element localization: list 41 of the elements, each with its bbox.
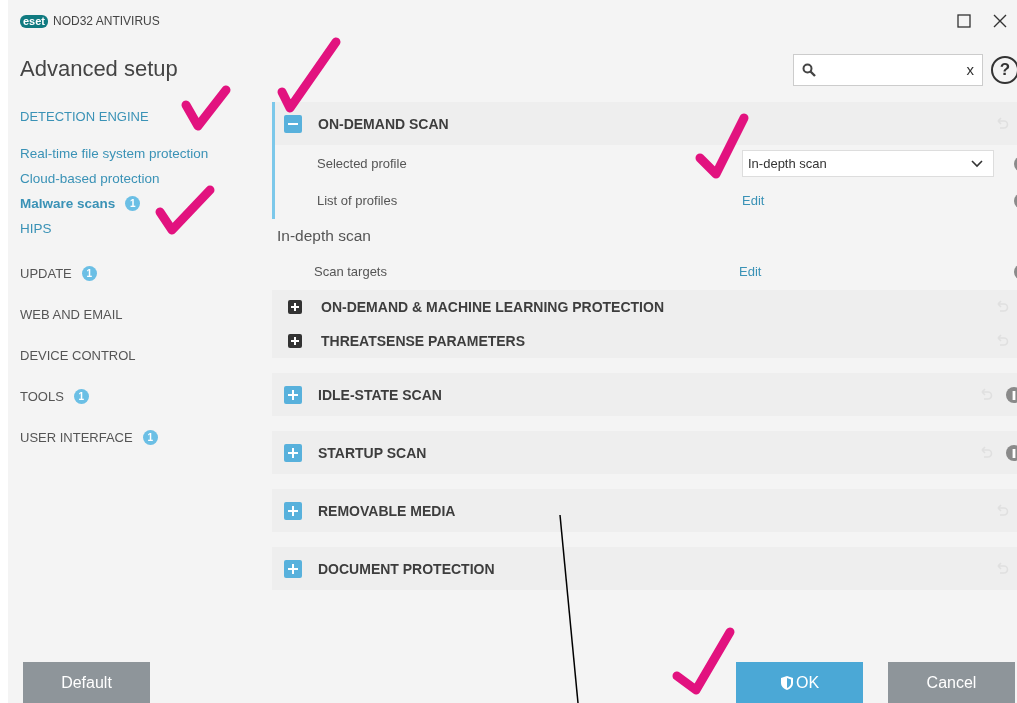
notification-badge: 1 xyxy=(125,196,141,211)
window-title: NOD32 ANTIVIRUS xyxy=(53,14,160,28)
section-title[interactable]: IDLE-STATE SCAN xyxy=(318,386,442,403)
profile-dropdown[interactable]: In-depth scan xyxy=(742,150,994,177)
info-icon[interactable] xyxy=(1005,385,1017,404)
notification-badge: 1 xyxy=(142,429,158,445)
category-link[interactable]: TOOLS xyxy=(20,388,64,404)
check-mark-annotation xyxy=(695,113,749,179)
setting-label: List of profiles xyxy=(317,193,399,208)
check-mark-annotation xyxy=(155,185,215,235)
brand-logo: eset xyxy=(20,14,49,28)
close-icon[interactable] xyxy=(993,14,1007,28)
notification-badge: 1 xyxy=(81,265,97,281)
check-mark-annotation xyxy=(181,85,231,131)
maximize-icon[interactable] xyxy=(957,14,971,28)
section-title[interactable]: REMOVABLE MEDIA xyxy=(318,502,456,519)
expand-icon[interactable] xyxy=(288,300,302,314)
info-icon[interactable] xyxy=(1005,443,1017,462)
chevron-down-icon xyxy=(971,159,983,168)
category-link[interactable]: WEB AND EMAIL xyxy=(20,306,123,322)
check-mark-annotation xyxy=(672,627,735,695)
collapse-icon[interactable] xyxy=(284,114,302,133)
shield-icon xyxy=(779,674,794,691)
subsection-title[interactable]: ON-DEMAND & MACHINE LEARNING PROTECTION xyxy=(321,299,664,315)
page-heading: Advanced setup xyxy=(20,56,179,82)
search-field[interactable]: x xyxy=(793,53,983,86)
notification-badge: 1 xyxy=(73,388,89,404)
category-link[interactable]: DEVICE CONTROL xyxy=(20,347,136,363)
group-heading: In-depth scan xyxy=(276,226,372,246)
subsection-title[interactable]: THREATSENSE PARAMETERS xyxy=(321,333,526,349)
section-title[interactable]: STARTUP SCAN xyxy=(318,444,427,461)
setting-label: Scan targets xyxy=(314,264,388,279)
setting-label: Selected profile xyxy=(317,156,408,171)
help-button[interactable]: ? xyxy=(991,55,1017,84)
category-link[interactable]: USER INTERFACE xyxy=(20,429,133,445)
expand-icon[interactable] xyxy=(288,334,302,348)
section-title[interactable]: DOCUMENT PROTECTION xyxy=(318,560,495,577)
section-title[interactable]: ON-DEMAND SCAN xyxy=(318,115,449,132)
search-icon xyxy=(802,62,816,77)
category-link[interactable]: UPDATE xyxy=(20,265,72,281)
clear-button[interactable]: x xyxy=(966,61,974,78)
